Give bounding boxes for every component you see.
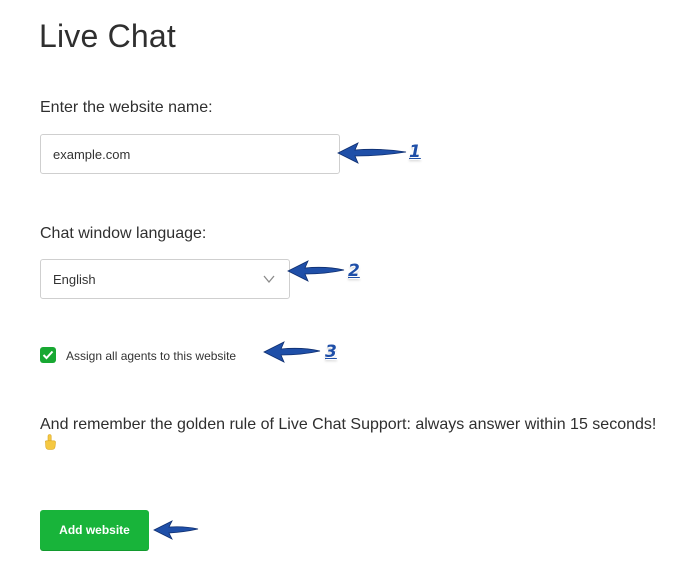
chat-language-select[interactable]: English: [40, 259, 290, 299]
page-title: Live Chat: [39, 18, 176, 54]
assign-agents-checkbox[interactable]: [40, 347, 56, 363]
callout-number-2: 2: [348, 261, 360, 281]
add-website-button[interactable]: Add website: [40, 510, 149, 550]
chat-language-label: Chat window language:: [40, 225, 207, 242]
left-arrow-icon: [337, 142, 407, 164]
chevron-down-icon: [263, 275, 275, 284]
golden-rule-sentence: And remember the golden rule of Live Cha…: [40, 416, 657, 433]
left-arrow-icon: [287, 260, 345, 282]
callout-number-3: 3: [325, 342, 337, 362]
website-name-input[interactable]: [40, 134, 340, 174]
left-arrow-icon: [153, 520, 199, 540]
callout-number-1: 1: [409, 142, 421, 162]
pointing-hand-icon: [45, 434, 56, 450]
left-arrow-icon: [263, 341, 321, 363]
assign-agents-label: Assign all agents to this website: [66, 349, 237, 363]
chat-language-value: English: [53, 272, 96, 287]
golden-rule-text: And remember the golden rule of Live Cha…: [40, 415, 660, 453]
checkmark-icon: [42, 350, 54, 360]
website-name-label: Enter the website name:: [40, 99, 213, 116]
